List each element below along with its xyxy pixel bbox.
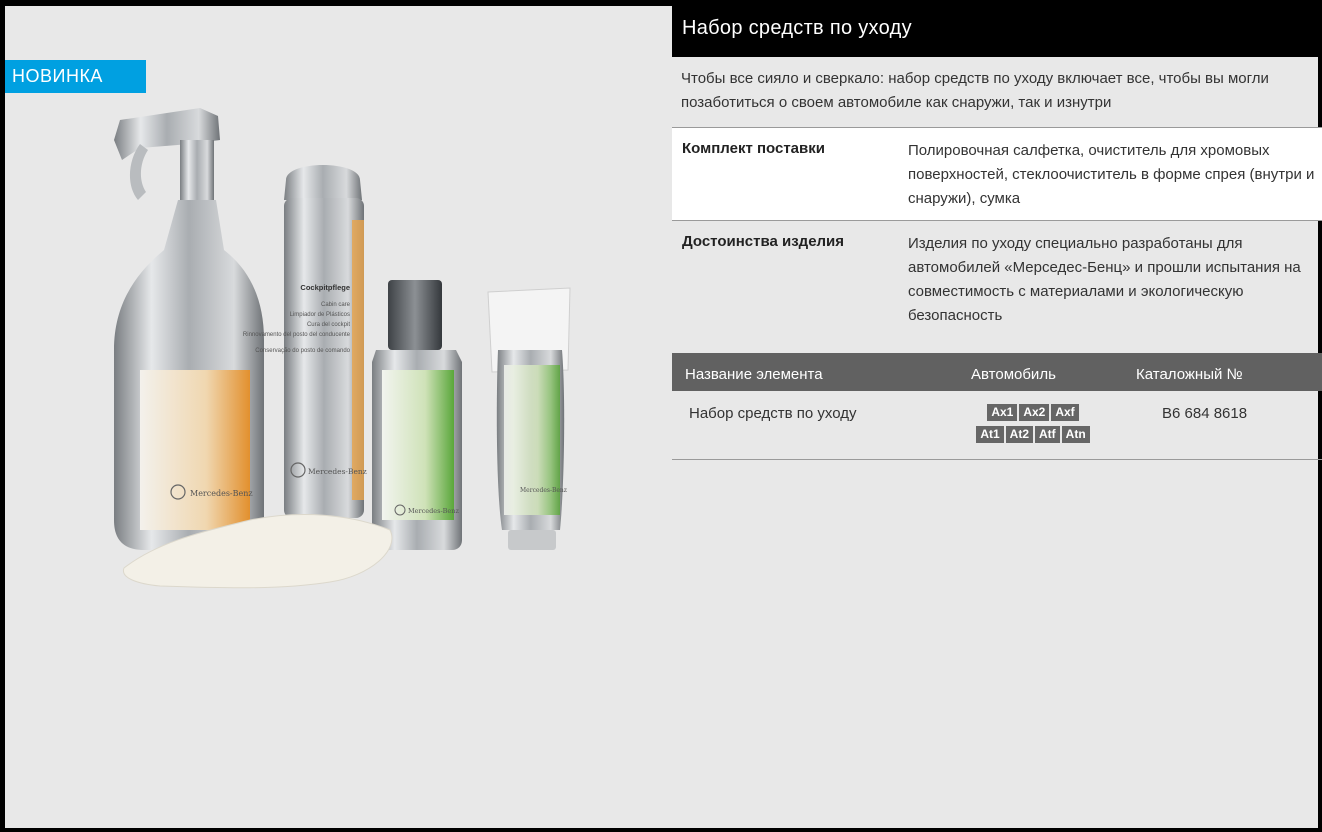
vehicle-tag: At1: [976, 426, 1004, 443]
catalog-number: B6 684 8618: [1162, 405, 1248, 422]
polish-bottle: Mercedes-Benz: [372, 280, 462, 550]
bottle-brand-label: Mercedes-Benz: [408, 507, 459, 515]
can-brand-label: Mercedes-Benz: [308, 467, 367, 476]
top-border: [0, 0, 672, 6]
catalog-page: Набор средств по уходу НОВИНКА Mercedes-…: [0, 0, 1322, 832]
table-row: Набор средств по уходу Ax1 Ax2 Axf At1 At2 A…: [672, 391, 1322, 460]
vehicle-tag: At2: [1005, 426, 1033, 443]
can-line-label: Cabin care: [321, 302, 351, 308]
spec-value: Полировочная салфетка, очиститель для хр…: [908, 142, 1315, 207]
page-title: Набор средств по уходу: [682, 17, 912, 39]
can-line-label: Rinnovamento del posto del conducente: [243, 332, 351, 338]
column-header-name: Название элемента: [685, 366, 823, 383]
tube-brand-label: Mercedes-Benz: [520, 487, 567, 494]
spec-row: Достоинства изделия Изделия по уходу спе…: [672, 220, 1322, 332]
spray-bottle: Mercedes-Benz: [114, 108, 264, 550]
part-name: Набор средств по уходу: [689, 405, 857, 422]
vehicle-tags: Ax1 Ax2 Axf At1 At2 Atf Atn: [938, 403, 1128, 447]
vehicle-tag: Ax2: [1019, 404, 1050, 421]
bottom-border: [0, 828, 1322, 832]
page-header: Набор средств по уходу: [672, 0, 1322, 57]
left-border: [0, 0, 5, 832]
can-line-label: Conservação do posto de comando: [255, 348, 350, 354]
parts-table-header: Название элемента Автомобиль Каталожный …: [672, 353, 1322, 391]
spec-row: Комплект поставки Полировочная салфетка,…: [672, 127, 1322, 220]
spec-value: Изделия по уходу специально разработаны …: [908, 235, 1301, 324]
spec-table: Комплект поставки Полировочная салфетка,…: [672, 127, 1322, 332]
product-photo: Mercedes-Benz Cockpitpflege Cabin care L…: [114, 108, 571, 589]
can-title-label: Cockpitpflege: [300, 283, 350, 292]
spec-label: Комплект поставки: [682, 140, 825, 157]
can-line-label: Cura del cockpit: [307, 322, 350, 328]
vehicle-tag: Ax1: [987, 404, 1018, 421]
spray-brand-label: Mercedes-Benz: [190, 489, 253, 498]
column-header-catalog: Каталожный №: [1136, 366, 1243, 383]
column-header-vehicle: Автомобиль: [971, 366, 1056, 383]
spec-label: Достоинства изделия: [682, 233, 845, 250]
new-badge: НОВИНКА: [5, 60, 146, 93]
cream-tube: Mercedes-Benz: [487, 287, 571, 550]
vehicle-tag: Axf: [1051, 404, 1079, 421]
parts-table: Название элемента Автомобиль Каталожный …: [672, 353, 1322, 460]
vehicle-tag: Atf: [1035, 426, 1060, 443]
intro-text: Чтобы все сияло и сверкало: набор средст…: [681, 70, 1269, 111]
vehicle-tag: Atn: [1061, 426, 1090, 443]
can-line-label: Limpiador de Plásticos: [290, 312, 350, 318]
